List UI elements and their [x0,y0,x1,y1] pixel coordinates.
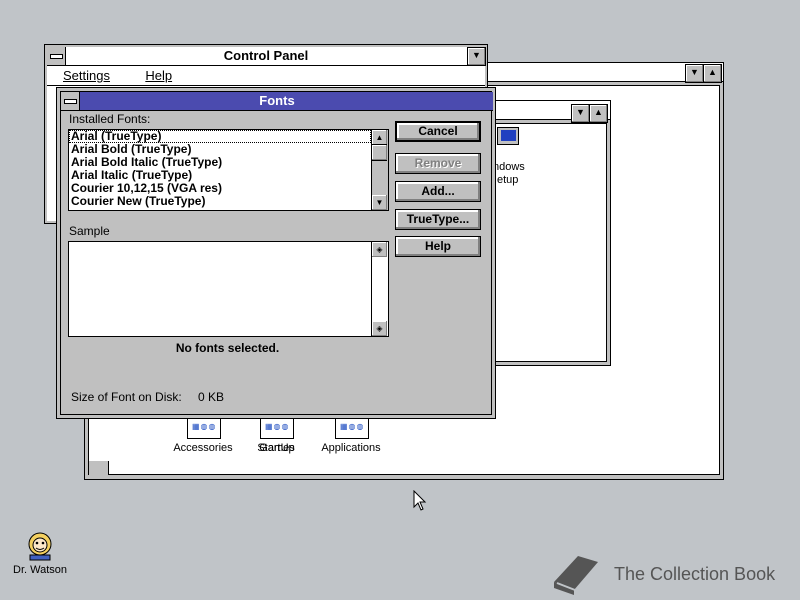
minimize-button[interactable]: ▼ [685,64,704,83]
truetype-button[interactable]: TrueType... [395,209,481,230]
installed-fonts-label: Installed Fonts: [69,112,151,126]
control-panel-minimize-button[interactable]: ▼ [467,47,486,66]
cancel-button[interactable]: Cancel [395,121,481,142]
dr-watson-face-icon [28,532,52,561]
startup-label[interactable]: StartUp [240,442,312,454]
control-panel-system-menu[interactable] [47,47,66,65]
book-logo-icon [554,556,598,595]
font-size-label: Size of Font on Disk: [71,390,182,404]
remove-button: Remove [395,153,481,174]
control-panel-menubar: Settings Help [47,66,485,86]
maximize-button[interactable]: ▲ [703,64,722,83]
menu-help-label: Help [145,68,173,83]
scroll-down-arrow-icon[interactable]: ▼ [372,195,387,210]
fonts-dialog-title: Fonts [259,93,295,108]
control-panel-titlebar[interactable]: Control Panel [47,47,485,66]
fonts-dialog-titlebar[interactable]: Fonts [61,92,493,111]
sample-scroll-up-icon[interactable]: ◈ [372,242,387,257]
watermark-text: The Collection Book [614,564,776,584]
sample-label-text: Sample [69,224,110,238]
help-button[interactable]: Help [395,236,481,257]
mouse-cursor-icon [413,490,427,511]
dr-watson-icon[interactable] [24,530,56,562]
font-size-value: 0 KB [198,390,225,404]
windows-setup-label-line1[interactable]: ndows [493,161,533,173]
menu-settings-label: Settings [63,68,110,83]
fonts-list-scrollbar[interactable]: ▲ ▼ [371,130,388,210]
font-list-item[interactable]: Courier New (TrueType) [69,195,388,208]
watermark: The Collection Book [548,552,788,596]
menu-help[interactable]: Help [129,66,188,85]
scroll-up-arrow-icon[interactable]: ▲ [372,130,387,145]
add-button[interactable]: Add... [395,181,481,202]
bottom-scroll-edge [89,461,109,475]
fonts-dialog-system-menu[interactable] [61,92,80,110]
sample-label: Sample [69,224,110,238]
windows-setup-icon[interactable] [497,127,519,145]
applications-label[interactable]: Applications [315,442,387,454]
scroll-thumb[interactable] [372,144,387,161]
status-text: No fonts selected. [175,341,280,355]
accessories-label[interactable]: Accessories [167,442,239,454]
sample-scrollbar[interactable]: ◈ ◈ [371,242,388,336]
fonts-dialog: Fonts Installed Fonts: Arial (TrueType) … [56,87,496,419]
control-panel-title: Control Panel [223,48,309,63]
windows-setup-label-line2[interactable]: etup [497,174,537,186]
sample-scroll-down-icon[interactable]: ◈ [372,321,387,336]
sub-minimize-button[interactable]: ▼ [571,104,590,123]
sub-maximize-button[interactable]: ▲ [589,104,608,123]
menu-settings[interactable]: Settings [47,66,126,85]
dr-watson-label[interactable]: Dr. Watson [4,564,76,576]
sample-box: ◈ ◈ [68,241,389,337]
installed-fonts-listbox[interactable]: Arial (TrueType) Arial Bold (TrueType) A… [68,129,389,211]
